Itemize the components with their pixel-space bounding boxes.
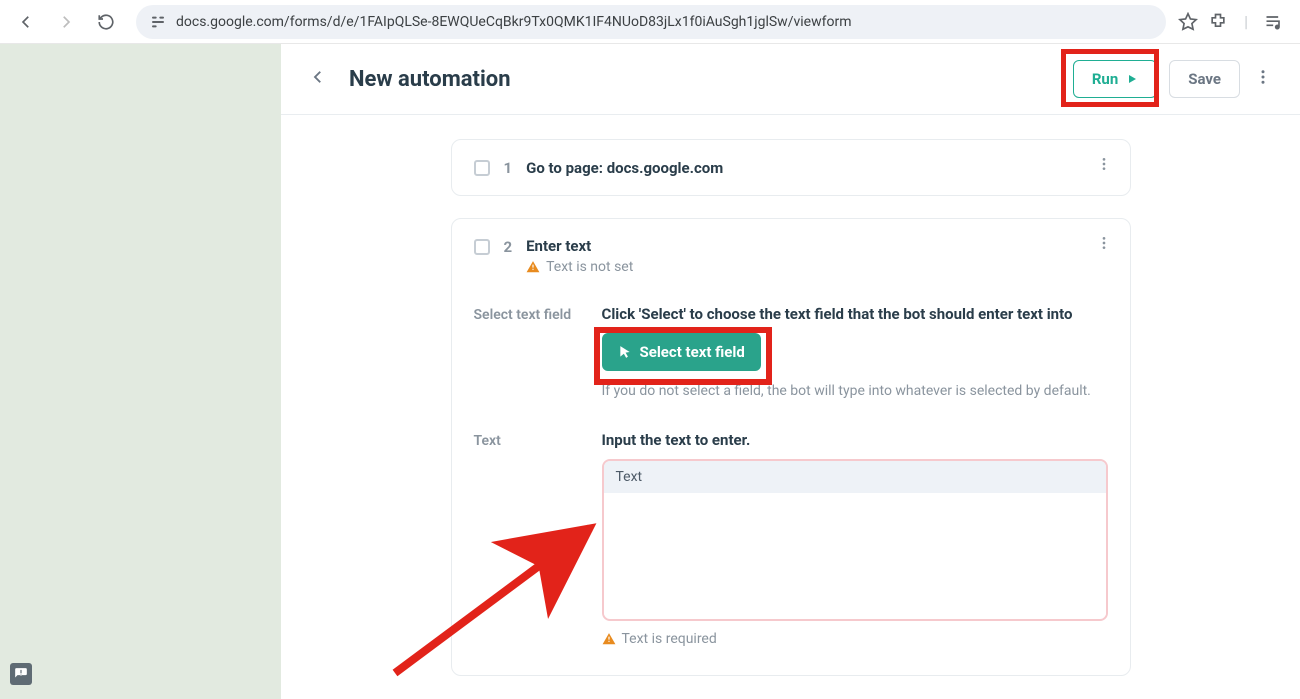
page-title: New automation (349, 67, 1073, 92)
run-button[interactable]: Run (1073, 60, 1157, 98)
back-button[interactable] (8, 4, 44, 40)
site-settings-icon (150, 14, 166, 30)
left-sidebar (0, 44, 281, 699)
chrome-right-controls: | (1178, 12, 1292, 32)
forward-button[interactable] (48, 4, 84, 40)
step-checkbox[interactable] (474, 239, 490, 255)
play-icon (1126, 73, 1138, 85)
page-header: New automation Run Save (281, 44, 1300, 115)
url-text: docs.google.com/forms/d/e/1FAIpQLSe-8EWQ… (176, 14, 852, 30)
content-area: 1 Go to page: docs.google.com 2 (281, 115, 1300, 698)
reload-button[interactable] (88, 4, 124, 40)
music-queue-icon[interactable] (1264, 12, 1284, 32)
step-title: Enter text (526, 237, 1107, 255)
arrow-right-icon (57, 13, 75, 31)
step-warning: Text is not set (526, 259, 1107, 275)
cursor-icon (618, 345, 632, 359)
field-label-select: Select text field (474, 305, 602, 401)
feedback-icon[interactable] (10, 663, 32, 685)
warning-icon (526, 260, 540, 274)
step-more-button[interactable] (1096, 235, 1112, 256)
step-card-2: 2 Enter text Text is not set Select text… (451, 218, 1131, 676)
select-hint: If you do not select a field, the bot wi… (602, 381, 1108, 401)
text-input[interactable] (604, 493, 1106, 615)
more-vertical-icon (1254, 68, 1272, 86)
textarea-header: Text (604, 461, 1106, 493)
step-card-1[interactable]: 1 Go to page: docs.google.com (451, 139, 1131, 196)
step-more-button[interactable] (1096, 156, 1112, 177)
save-button[interactable]: Save (1169, 60, 1240, 98)
chevron-left-icon (309, 68, 327, 86)
header-back-button[interactable] (309, 68, 327, 90)
step-number: 1 (504, 159, 513, 177)
page-body: New automation Run Save 1 (0, 44, 1300, 699)
text-input-container: Text (602, 459, 1108, 621)
address-bar[interactable]: docs.google.com/forms/d/e/1FAIpQLSe-8EWQ… (136, 5, 1166, 39)
browser-toolbar: docs.google.com/forms/d/e/1FAIpQLSe-8EWQ… (0, 0, 1300, 44)
step-number: 2 (504, 238, 513, 256)
run-label: Run (1092, 70, 1118, 88)
text-required-warning: Text is required (602, 631, 1108, 647)
arrow-left-icon (17, 13, 35, 31)
more-vertical-icon (1096, 156, 1112, 172)
step-title: Go to page: docs.google.com (526, 159, 723, 177)
reload-icon (97, 13, 115, 31)
field-label-text: Text (474, 431, 602, 647)
step-checkbox[interactable] (474, 160, 490, 176)
main-panel: New automation Run Save 1 (281, 44, 1300, 699)
extensions-icon[interactable] (1208, 12, 1228, 32)
star-icon[interactable] (1178, 12, 1198, 32)
header-more-button[interactable] (1254, 68, 1272, 90)
text-instruction: Input the text to enter. (602, 431, 1108, 449)
select-instruction: Click 'Select' to choose the text field … (602, 305, 1108, 323)
select-text-field-button[interactable]: Select text field (602, 333, 761, 371)
warning-icon (602, 632, 616, 646)
more-vertical-icon (1096, 235, 1112, 251)
divider: | (1244, 12, 1248, 31)
